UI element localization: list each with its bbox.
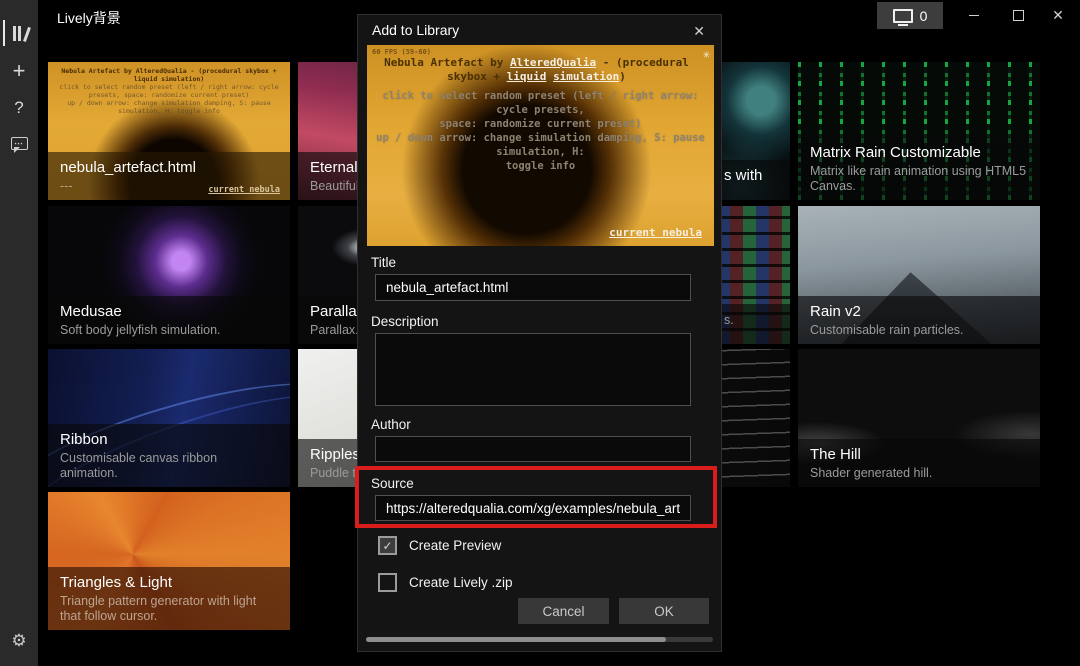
create-preview-checkbox[interactable]: ✓ Create Preview — [378, 536, 501, 555]
wallpaper-tile-matrix-rain[interactable]: Matrix Rain Customizable Matrix like rai… — [798, 62, 1040, 200]
snowflake-icon: ✳ — [703, 47, 710, 61]
author-label: Author — [371, 417, 411, 432]
help-icon: ? — [14, 98, 23, 118]
checkbox-box-unchecked[interactable] — [378, 573, 397, 592]
tile-description: Soft body jellyfish simulation. — [60, 323, 278, 338]
wallpaper-tile-medusae[interactable]: Medusae Soft body jellyfish simulation. — [48, 206, 290, 344]
checkbox-label: Create Preview — [409, 538, 501, 553]
monitor-icon — [893, 9, 913, 23]
tile-title: Matrix Rain Customizable — [810, 144, 1028, 162]
cancel-button[interactable]: Cancel — [518, 598, 609, 624]
wallpaper-tile-the-hill[interactable]: The Hill Shader generated hill. — [798, 349, 1040, 487]
tile-description: Triangle pattern generator with light th… — [60, 594, 278, 624]
tile-title: nebula_artefact.html — [60, 159, 278, 177]
wallpaper-tile-ribbon[interactable]: Ribbon Customisable canvas ribbon animat… — [48, 349, 290, 487]
preview-help-text: click to select random preset (left / ri… — [371, 89, 710, 173]
plus-icon: + — [13, 58, 26, 84]
add-to-library-dialog: Add to Library ✕ 60 FPS (59-60) ✳ Nebula… — [357, 14, 722, 652]
checkbox-box-checked[interactable]: ✓ — [378, 536, 397, 555]
tile-description: Customisable rain particles. — [810, 323, 1028, 338]
sidebar-item-settings[interactable]: ⚙ — [0, 626, 38, 656]
dialog-close-button[interactable]: ✕ — [689, 21, 709, 42]
minimize-icon — [969, 15, 979, 16]
checkbox-label: Create Lively .zip — [409, 575, 513, 590]
sidebar: + ? ⋯ ⚙ — [0, 0, 38, 666]
fps-counter: 60 FPS (59-60) — [372, 48, 431, 56]
close-icon: ✕ — [1052, 7, 1064, 24]
tile-corner-text: current nebula — [208, 185, 280, 195]
create-zip-checkbox[interactable]: Create Lively .zip — [378, 573, 513, 592]
wallpaper-tile-nebula-artefact[interactable]: Nebula Artefact by AlteredQualia - (proc… — [48, 62, 290, 200]
minimize-button[interactable] — [952, 0, 996, 31]
source-label: Source — [371, 476, 414, 491]
title-label: Title — [371, 255, 396, 270]
close-icon: ✕ — [693, 23, 705, 39]
display-select-button[interactable]: 0 — [877, 2, 943, 29]
maximize-icon — [1013, 10, 1024, 21]
sidebar-item-add-wallpaper[interactable]: + — [0, 56, 38, 86]
tile-description: Customisable canvas ribbon animation. — [60, 451, 278, 481]
wallpaper-tile-triangles-light[interactable]: Triangles & Light Triangle pattern gener… — [48, 492, 290, 630]
gear-icon: ⚙ — [11, 631, 26, 651]
library-icon — [13, 25, 26, 41]
tile-title: Medusae — [60, 303, 278, 321]
tile-title: The Hill — [810, 446, 1028, 464]
description-label: Description — [371, 314, 439, 329]
maximize-button[interactable] — [996, 0, 1040, 31]
sidebar-item-library[interactable] — [0, 18, 38, 48]
tile-description: Matrix like rain animation using HTML5 C… — [810, 164, 1028, 194]
source-input[interactable] — [375, 495, 691, 521]
tile-title: Ribbon — [60, 431, 278, 449]
ok-button[interactable]: OK — [619, 598, 709, 624]
author-input[interactable] — [375, 436, 691, 462]
lively-wallpaper-window: Lively背景 0 ✕ + ? ⋯ ⚙ Nebula Artefact by … — [0, 0, 1080, 666]
scrollbar-thumb[interactable] — [366, 637, 666, 642]
chat-icon: ⋯ — [11, 137, 28, 150]
title-input[interactable] — [375, 274, 691, 301]
description-input[interactable] — [375, 333, 691, 406]
dialog-title: Add to Library — [372, 22, 459, 38]
tile-title: Rain v2 — [810, 303, 1028, 321]
tile-description: Shader generated hill. — [810, 466, 1028, 481]
monitor-count: 0 — [920, 8, 928, 24]
close-button[interactable]: ✕ — [1036, 0, 1080, 31]
preview-corner-link: current nebula — [609, 226, 702, 239]
sidebar-item-feedback[interactable]: ⋯ — [0, 128, 38, 158]
app-title: Lively背景 — [57, 8, 121, 28]
tile-overlay-text: Nebula Artefact by AlteredQualia - (proc… — [52, 67, 286, 115]
tile-title: Triangles & Light — [60, 574, 278, 592]
wallpaper-tile-rain-v2[interactable]: Rain v2 Customisable rain particles. — [798, 206, 1040, 344]
check-icon: ✓ — [382, 539, 392, 553]
sidebar-item-help[interactable]: ? — [0, 93, 38, 123]
wallpaper-preview-image: 60 FPS (59-60) ✳ Nebula Artefact by Alte… — [367, 45, 714, 246]
tile-footer: nebula_artefact.html --- current nebula — [48, 152, 290, 200]
preview-heading: Nebula Artefact by AlteredQualia - (proc… — [375, 56, 698, 84]
horizontal-scrollbar[interactable] — [366, 637, 713, 642]
